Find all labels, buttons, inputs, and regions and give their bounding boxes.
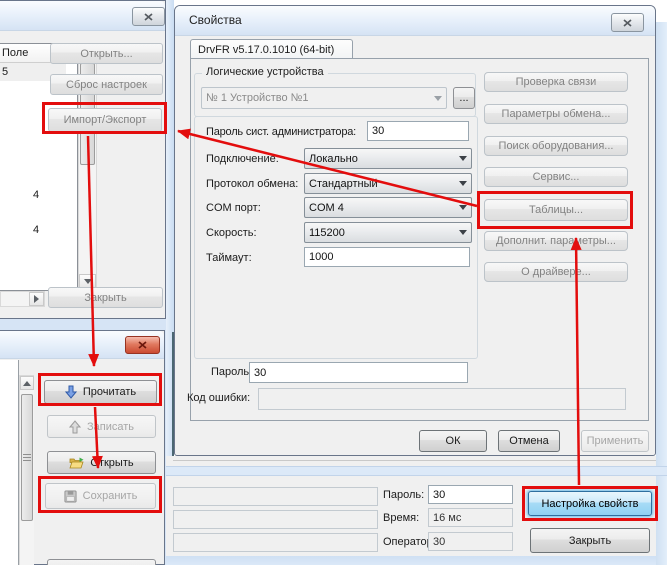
grid-cell-value: 4: [33, 224, 39, 236]
properties-titlebar: [175, 6, 655, 36]
logical-device-value: № 1 Устройство №1: [206, 92, 434, 104]
baud-rate-select[interactable]: 115200: [304, 222, 472, 243]
fields-editor-window: Поле 5 4 4 Открыть... Сброс настроек Имп…: [0, 0, 166, 319]
main-time-value: 16 мс: [433, 512, 461, 524]
admin-password-value: 30: [372, 125, 384, 137]
main-password-input[interactable]: 30: [428, 485, 513, 504]
apply-button[interactable]: Применить: [581, 430, 649, 452]
screenshot-canvas: Пароль: 30 Время: 16 мс Оператор: 30 Нас…: [0, 0, 667, 565]
ok-button[interactable]: ОК: [419, 430, 487, 452]
grip-lines: [23, 460, 31, 461]
background-window-right-frame: [656, 22, 667, 565]
close-icon[interactable]: [125, 336, 160, 354]
baud-rate-value: 115200: [309, 227, 459, 239]
properties-dialog: Свойства DrvFR v5.17.0.1010 (64-bit) Лог…: [174, 5, 656, 456]
additional-params-button[interactable]: Дополнит. параметры...: [484, 231, 628, 251]
connection-label: Подключение:: [206, 153, 279, 165]
write-button[interactable]: Записать: [47, 415, 156, 438]
main-time-label: Время:: [383, 512, 419, 524]
error-code-field: [258, 388, 626, 410]
browse-devices-button[interactable]: ...: [453, 87, 475, 109]
open-button[interactable]: Открыть: [47, 451, 156, 474]
service-button[interactable]: Сервис...: [484, 167, 628, 187]
annotation-box-save: [38, 476, 162, 513]
close-icon[interactable]: [132, 7, 165, 26]
open-button-label: Открыть: [90, 457, 133, 469]
chevron-down-icon: [459, 230, 467, 235]
logical-device-select: № 1 Устройство №1: [201, 87, 447, 109]
logical-devices-group-label: Логические устройства: [202, 66, 328, 78]
scroll-up-button[interactable]: [20, 376, 34, 390]
vertical-scrollbar[interactable]: [19, 375, 34, 565]
com-port-value: COM 4: [309, 202, 459, 214]
timeout-value: 1000: [309, 251, 333, 263]
close-icon[interactable]: [611, 13, 644, 32]
connection-select[interactable]: Локально: [304, 148, 472, 169]
arrow-up-icon: [23, 381, 31, 386]
baud-rate-label: Скорость:: [206, 227, 257, 239]
chevron-down-icon: [459, 205, 467, 210]
open-button[interactable]: Открыть...: [50, 43, 163, 64]
tab-driver-version[interactable]: DrvFR v5.17.0.1010 (64-bit): [190, 39, 353, 59]
chevron-down-icon: [434, 96, 442, 101]
error-code-label: Код ошибки:: [187, 392, 250, 404]
protocol-select[interactable]: Стандартный: [304, 173, 472, 194]
main-close-button[interactable]: Закрыть: [530, 528, 650, 553]
dialog-title: Свойства: [189, 13, 242, 27]
main-operator-value: 30: [433, 536, 445, 548]
arrow-right-icon: [34, 295, 39, 303]
main-operator-field: 30: [428, 532, 513, 551]
main-time-field: 16 мс: [428, 508, 513, 527]
protocol-value: Стандартный: [309, 178, 459, 190]
about-driver-button[interactable]: О драйвере...: [484, 262, 628, 282]
grid-cell-value: 4: [33, 189, 39, 201]
password-label: Пароль:: [211, 366, 252, 378]
timeout-input[interactable]: 1000: [304, 247, 470, 267]
grid-cell-value: 5: [2, 66, 8, 78]
annotation-box-read: [38, 373, 162, 406]
cancel-button[interactable]: Отмена: [498, 430, 560, 452]
separator: [166, 466, 667, 476]
protocol-label: Протокол обмена:: [206, 178, 298, 190]
annotation-box-import-export: [42, 102, 167, 134]
main-password-value: 30: [433, 489, 445, 501]
connection-value: Локально: [309, 153, 459, 165]
status-field-2: [173, 510, 378, 529]
admin-password-label: Пароль сист. администратора:: [206, 126, 356, 138]
password-value: 30: [254, 367, 266, 379]
grip-lines: [23, 457, 31, 458]
write-button-label: Записать: [87, 421, 134, 433]
arrow-down-icon: [84, 279, 92, 284]
chevron-down-icon: [459, 181, 467, 186]
horizontal-scrollbar[interactable]: [0, 291, 45, 307]
com-port-label: COM порт:: [206, 202, 261, 214]
main-password-label: Пароль:: [383, 489, 424, 501]
check-connection-button[interactable]: Проверка связи: [484, 72, 628, 92]
arrow-up-icon: [69, 420, 81, 434]
open-folder-icon: [69, 457, 84, 469]
separator: [173, 460, 656, 461]
scrollbar-thumb[interactable]: [21, 394, 33, 521]
password-input[interactable]: 30: [249, 362, 468, 383]
status-field-1: [173, 487, 378, 506]
grip-lines: [23, 454, 31, 455]
annotation-box-settings: [522, 486, 658, 521]
status-field-3: [173, 533, 378, 552]
timeout-label: Таймаут:: [206, 252, 252, 264]
annotation-box-tables: [477, 191, 633, 229]
background-window-bottom-frame: [166, 556, 667, 565]
exchange-params-button[interactable]: Параметры обмена...: [484, 104, 628, 124]
reset-settings-button[interactable]: Сброс настроек: [50, 74, 163, 95]
search-hardware-button[interactable]: Поиск оборудования...: [484, 136, 628, 156]
io-list-area: [0, 360, 19, 565]
admin-password-input[interactable]: 30: [367, 121, 469, 141]
grid-column-header-label: Поле: [2, 47, 28, 59]
com-port-select[interactable]: COM 4: [304, 197, 472, 218]
scroll-right-button[interactable]: [29, 292, 44, 306]
io-dialog-window: Прочитать Записать Открыть: [0, 330, 165, 565]
chevron-down-icon: [459, 156, 467, 161]
partial-button[interactable]: [47, 559, 156, 565]
tab-label: DrvFR v5.17.0.1010 (64-bit): [198, 44, 334, 56]
fields-close-button[interactable]: Закрыть: [48, 287, 163, 308]
